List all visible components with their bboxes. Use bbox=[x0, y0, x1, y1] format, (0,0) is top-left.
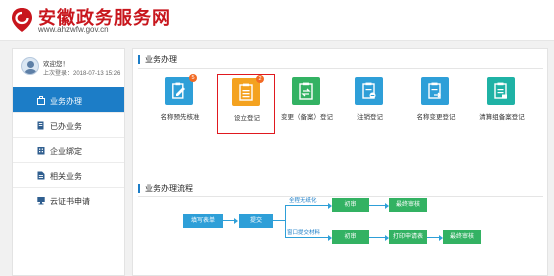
welcome-text: 欢迎您！ bbox=[43, 61, 69, 68]
cancel-doc-icon bbox=[362, 82, 376, 99]
tile-icon-box bbox=[355, 77, 383, 105]
tile-icon-box bbox=[165, 77, 193, 105]
document-icon bbox=[37, 121, 44, 130]
sidebar-item-label: 业务办理 bbox=[50, 97, 82, 106]
tile-cancel-registration[interactable]: 注销登记 bbox=[341, 74, 399, 134]
sidebar-item-label: 已办业务 bbox=[50, 122, 82, 131]
tile-icon-box bbox=[421, 77, 449, 105]
tile-label: 注销登记 bbox=[357, 114, 383, 121]
sidebar-item-label: 企业绑定 bbox=[50, 147, 82, 156]
flow-step-final-bottom: 最终审核 bbox=[443, 230, 481, 244]
sidebar-item-enterprise[interactable]: 企业绑定 bbox=[13, 137, 124, 162]
tile-badge: 2 bbox=[256, 75, 264, 83]
logo-icon bbox=[12, 8, 32, 32]
flow-step-review-bottom: 初审 bbox=[332, 230, 369, 244]
tile-icon-box bbox=[487, 77, 515, 105]
flow-label-paperless: 全程无纸化 bbox=[289, 198, 317, 204]
main-panel: 业务办理 5 名称预先核准 2 设立登记 变更（备案）登记 注销登记 名称变更登… bbox=[132, 48, 548, 276]
sidebar-item-label: 云证书申请 bbox=[50, 197, 90, 206]
section-title-process: 业务办理流程 bbox=[138, 184, 193, 193]
process-flow: 填写表单 提交 全程无纸化 窗口提交材料 初审 最终审核 初审 打印申请表 最终… bbox=[133, 198, 549, 276]
list-doc-icon bbox=[239, 83, 253, 101]
tile-label: 名称变更登记 bbox=[416, 114, 456, 121]
flow-connector bbox=[273, 220, 285, 221]
site-header: 安徽政务服务网 www.ahzwfw.gov.cn bbox=[0, 0, 554, 40]
section-title-business: 业务办理 bbox=[138, 55, 177, 64]
tile-label: 清算组备案登记 bbox=[479, 114, 525, 121]
file-icon bbox=[37, 171, 45, 180]
section-divider bbox=[138, 68, 543, 69]
tile-icon-box bbox=[292, 77, 320, 105]
tile-change-registration[interactable]: 变更（备案）登记 bbox=[278, 74, 336, 134]
building-icon bbox=[37, 147, 45, 155]
sidebar-item-related[interactable]: 相关业务 bbox=[13, 162, 124, 187]
flow-label-window: 窗口提交材料 bbox=[287, 230, 321, 236]
flow-step-print: 打印申请表 bbox=[389, 230, 427, 244]
flow-connector bbox=[285, 237, 330, 238]
tile-name-change[interactable]: 名称变更登记 bbox=[407, 74, 465, 134]
tile-label: 名称预先核准 bbox=[160, 114, 200, 121]
briefcase-icon bbox=[37, 96, 45, 105]
sidebar: 欢迎您！ 上次登录：2018-07-13 15:26 业务办理 已办业务 企业绑… bbox=[12, 48, 125, 276]
sidebar-item-cloud-cert[interactable]: 云证书申请 bbox=[13, 187, 124, 212]
tile-name-preapproval[interactable]: 5 名称预先核准 bbox=[151, 74, 209, 134]
flow-step-review-top: 初审 bbox=[332, 198, 369, 212]
flow-step-final-top: 最终审核 bbox=[389, 198, 427, 212]
sidebar-item-business[interactable]: 业务办理 bbox=[13, 87, 124, 112]
tile-icon-box bbox=[232, 78, 260, 106]
tile-establish-registration[interactable]: 2 设立登记 bbox=[217, 74, 275, 134]
flow-arrow bbox=[234, 218, 238, 224]
flow-connector bbox=[285, 205, 330, 206]
monitor-icon bbox=[37, 197, 45, 205]
change-doc-icon bbox=[299, 82, 313, 100]
user-card: 欢迎您！ 上次登录：2018-07-13 15:26 bbox=[13, 49, 124, 87]
flow-step-fill-form: 填写表单 bbox=[183, 214, 223, 228]
avatar bbox=[21, 57, 39, 75]
tile-liquidation-registration[interactable]: 清算组备案登记 bbox=[473, 74, 531, 134]
flow-step-submit: 提交 bbox=[239, 214, 273, 228]
flow-connector bbox=[285, 205, 286, 237]
edit-doc-icon bbox=[172, 82, 185, 99]
last-login-text: 上次登录：2018-07-13 15:26 bbox=[43, 71, 121, 77]
liquidation-doc-icon bbox=[494, 82, 507, 99]
sidebar-nav: 业务办理 已办业务 企业绑定 相关业务 云证书申请 bbox=[13, 87, 124, 212]
tile-label: 变更（备案）登记 bbox=[281, 114, 333, 121]
section-divider bbox=[138, 196, 543, 197]
site-url: www.ahzwfw.gov.cn bbox=[38, 25, 109, 34]
sidebar-item-done[interactable]: 已办业务 bbox=[13, 112, 124, 137]
rename-doc-icon bbox=[428, 82, 441, 99]
tile-badge: 5 bbox=[189, 74, 197, 82]
sidebar-item-label: 相关业务 bbox=[50, 172, 82, 181]
